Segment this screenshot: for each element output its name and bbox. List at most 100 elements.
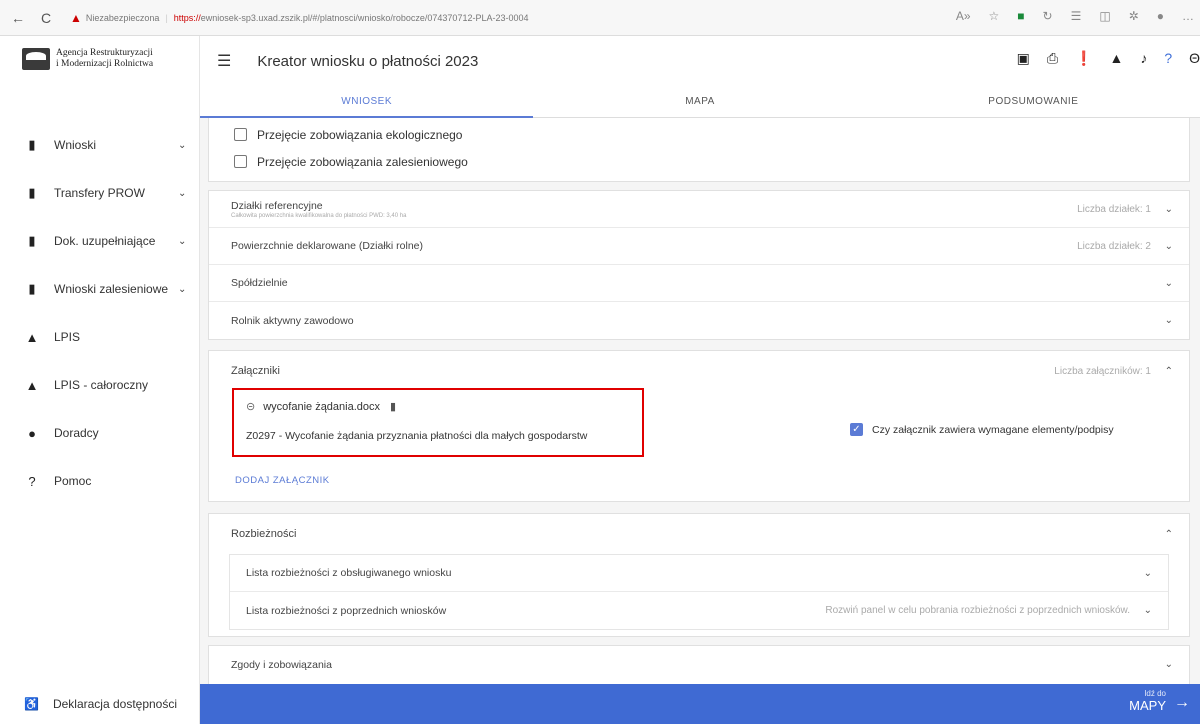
help-icon[interactable]: ? [1164, 50, 1172, 67]
security-label: Niezabezpieczona [85, 12, 160, 23]
chevron-down-icon: ⌄ [1164, 277, 1173, 289]
app-header: ☰ Kreator wniosku o płatności 2023 ▣ ⎙ ❗… [200, 36, 1200, 86]
attachment-filename[interactable]: wycofanie żądania.docx [263, 401, 380, 413]
mountain-icon: ▲ [25, 377, 39, 393]
panel-spoldzielnie[interactable]: Spółdzielnie ⌄ [209, 265, 1189, 302]
panel-zgody[interactable]: Zgody i zobowiązania ⌄ [209, 646, 1189, 683]
sidebar: Agencja Restrukturyzacji i Modernizacji … [0, 36, 200, 724]
tab-wniosek[interactable]: WNIOSEK [200, 86, 534, 118]
discrepancies-list: Lista rozbieżności z obsługiwanego wnios… [229, 554, 1169, 630]
chevron-down-icon: ⌄ [1143, 567, 1152, 579]
checkmark-icon[interactable]: ✓ [850, 423, 863, 436]
reload-icon[interactable]: C [36, 10, 56, 26]
discrepancies-header[interactable]: Rozbieżności ⌃ [209, 514, 1189, 554]
chevron-down-icon: ⌄ [1164, 203, 1173, 215]
clipboard-icon: ▮ [28, 233, 36, 248]
sidebar-item-lpis[interactable]: ▲ LPIS [0, 313, 200, 361]
chevron-down-icon: ⌄ [178, 283, 187, 295]
commitments-card: Przejęcie zobowiązania ekologicznego Prz… [208, 118, 1190, 182]
person-icon: ● [28, 425, 36, 441]
checkbox[interactable] [234, 155, 247, 168]
tab-mapa[interactable]: MAPA [533, 86, 866, 117]
bell-icon[interactable]: ♪ [1140, 50, 1147, 67]
more-icon[interactable]: … [1182, 9, 1194, 23]
mountain-icon: ▲ [25, 329, 39, 345]
extensions-icon[interactable]: ✲ [1129, 9, 1139, 23]
chevron-up-icon: ⌃ [1164, 365, 1173, 377]
logo-mark [22, 48, 50, 70]
tab-podsumowanie[interactable]: PODSUMOWANIE [867, 86, 1200, 117]
sidebar-item-wnioski[interactable]: ▮ Wnioski ⌄ [0, 121, 200, 169]
tab-bar: WNIOSEK MAPA PODSUMOWANIE [200, 86, 1200, 118]
sidebar-item-lpis-caloroczny[interactable]: ▲ LPIS - całoroczny [0, 361, 200, 409]
chevron-down-icon: ⌄ [178, 187, 187, 199]
print-icon[interactable]: ⎙ [1047, 50, 1058, 67]
chevron-up-icon: ⌃ [1164, 528, 1173, 540]
consents-card: Zgody i zobowiązania ⌄ [208, 645, 1190, 684]
chevron-down-icon: ⌄ [1164, 659, 1173, 670]
add-attachment-button[interactable]: DODAJ ZAŁĄCZNIK [235, 475, 330, 486]
panel-rozbieznosci-obslugiwany[interactable]: Lista rozbieżności z obsługiwanego wnios… [230, 555, 1168, 592]
chevron-down-icon: ⌄ [1164, 240, 1173, 252]
extension-icon[interactable]: ■ [1017, 9, 1024, 23]
attachment-required-checkbox[interactable]: ✓ Czy załącznik zawiera wymagane element… [850, 423, 1114, 436]
save-icon[interactable]: ▣ [1017, 50, 1030, 67]
page-title: Kreator wniosku o płatności 2023 [257, 52, 479, 70]
main-content: Przejęcie zobowiązania ekologicznego Prz… [200, 118, 1200, 684]
account-icon[interactable]: Θ [1189, 50, 1200, 67]
checkbox-ekologiczne[interactable]: Przejęcie zobowiązania ekologicznego [209, 121, 1189, 148]
header-actions: ▣ ⎙ ❗ ▲ ♪ ? Θ [1017, 50, 1200, 67]
discrepancies-card: Rozbieżności ⌃ Lista rozbieżności z obsł… [208, 513, 1190, 637]
next-step-label: Idź do MAPY [1129, 689, 1166, 713]
clipboard-icon: ▮ [28, 185, 36, 200]
profile-icon[interactable]: ● [1157, 9, 1164, 23]
address-bar[interactable]: ▲ Niezabezpieczona | https:// ewniosek-s… [70, 11, 529, 25]
panel-rozbieznosci-poprzednie[interactable]: Lista rozbieżności z poprzednich wnioskó… [230, 592, 1168, 629]
panel-rolnik-aktywny[interactable]: Rolnik aktywny zawodowo ⌄ [209, 302, 1189, 339]
warning-icon[interactable]: ▲ [1109, 50, 1123, 67]
url-scheme: https:// [173, 12, 201, 23]
next-step-bar[interactable]: Idź do MAPY → [200, 684, 1200, 724]
accessibility-icon: ♿ [24, 697, 39, 711]
menu-icon[interactable]: ☰ [217, 51, 231, 71]
chevron-down-icon: ⌄ [178, 139, 187, 151]
warning-icon: ▲ [70, 10, 82, 25]
accessibility-link[interactable]: ♿ Deklaracja dostępności [0, 684, 200, 724]
logo[interactable]: Agencja Restrukturyzacji i Modernizacji … [0, 36, 199, 82]
attachment-highlight: ⊝ wycofanie żądania.docx ▮ Z0297 - Wycof… [232, 388, 644, 457]
back-icon[interactable]: ← [8, 10, 28, 26]
sidebar-item-pomoc[interactable]: ? Pomoc [0, 457, 200, 505]
collections-icon[interactable]: ◫ [1099, 9, 1110, 23]
checkbox-zalesieniowe[interactable]: Przejęcie zobowiązania zalesieniowego [209, 148, 1189, 175]
panel-dzialki[interactable]: Działki referencyjne Całkowita powierzch… [209, 191, 1189, 228]
url-text: ewniosek-sp3.uxad.zszik.pl/#/platnosci/w… [200, 12, 529, 23]
read-aloud-icon[interactable]: A» [956, 9, 971, 23]
trash-icon[interactable]: ▮ [390, 400, 396, 413]
chevron-down-icon: ⌄ [1164, 315, 1173, 326]
plots-card: Działki referencyjne Całkowita powierzch… [208, 190, 1190, 340]
chevron-down-icon: ⌄ [178, 235, 187, 247]
panel-powierzchnie[interactable]: Powierzchnie deklarowane (Działki rolne)… [209, 228, 1189, 265]
attachment-description: Z0297 - Wycofanie żądania przyznania pła… [246, 430, 588, 442]
refresh-ext-icon[interactable]: ↻ [1043, 9, 1053, 23]
help-icon: ? [28, 473, 36, 489]
attachment-file: ⊝ wycofanie żądania.docx ▮ [246, 400, 396, 414]
clipboard-icon: ▮ [28, 137, 36, 152]
favorite-icon[interactable]: ☆ [989, 9, 1000, 23]
browser-toolbar: ← C ▲ Niezabezpieczona | https:// ewnios… [0, 0, 1200, 36]
checkbox[interactable] [234, 128, 247, 141]
attachments-header[interactable]: Załączniki Liczba załączników: 1 ⌃ [209, 351, 1189, 391]
sidebar-item-transfery[interactable]: ▮ Transfery PROW ⌄ [0, 169, 200, 217]
arrow-right-icon[interactable]: → [1174, 694, 1190, 712]
attachments-card: Załączniki Liczba załączników: 1 ⌃ ⊝ wyc… [208, 350, 1190, 502]
sidebar-nav: ▮ Wnioski ⌄ ▮ Transfery PROW ⌄ ▮ Dok. uz… [0, 121, 200, 505]
sidebar-item-wnioski-zalesieniowe[interactable]: ▮ Wnioski zalesieniowe ⌄ [0, 265, 200, 313]
error-icon[interactable]: ❗ [1075, 50, 1092, 67]
favorites-icon[interactable]: ☰ [1071, 9, 1082, 23]
sidebar-item-doradcy[interactable]: ● Doradcy [0, 409, 200, 457]
browser-actions: A» ☆ ■ ↻ ☰ ◫ ✲ ● … [956, 9, 1194, 23]
logo-text: Agencja Restrukturyzacji i Modernizacji … [56, 48, 154, 69]
chevron-down-icon: ⌄ [1143, 605, 1152, 616]
clipboard-icon: ▮ [28, 281, 36, 296]
sidebar-item-dok-uzupelniajace[interactable]: ▮ Dok. uzupełniające ⌄ [0, 217, 200, 265]
